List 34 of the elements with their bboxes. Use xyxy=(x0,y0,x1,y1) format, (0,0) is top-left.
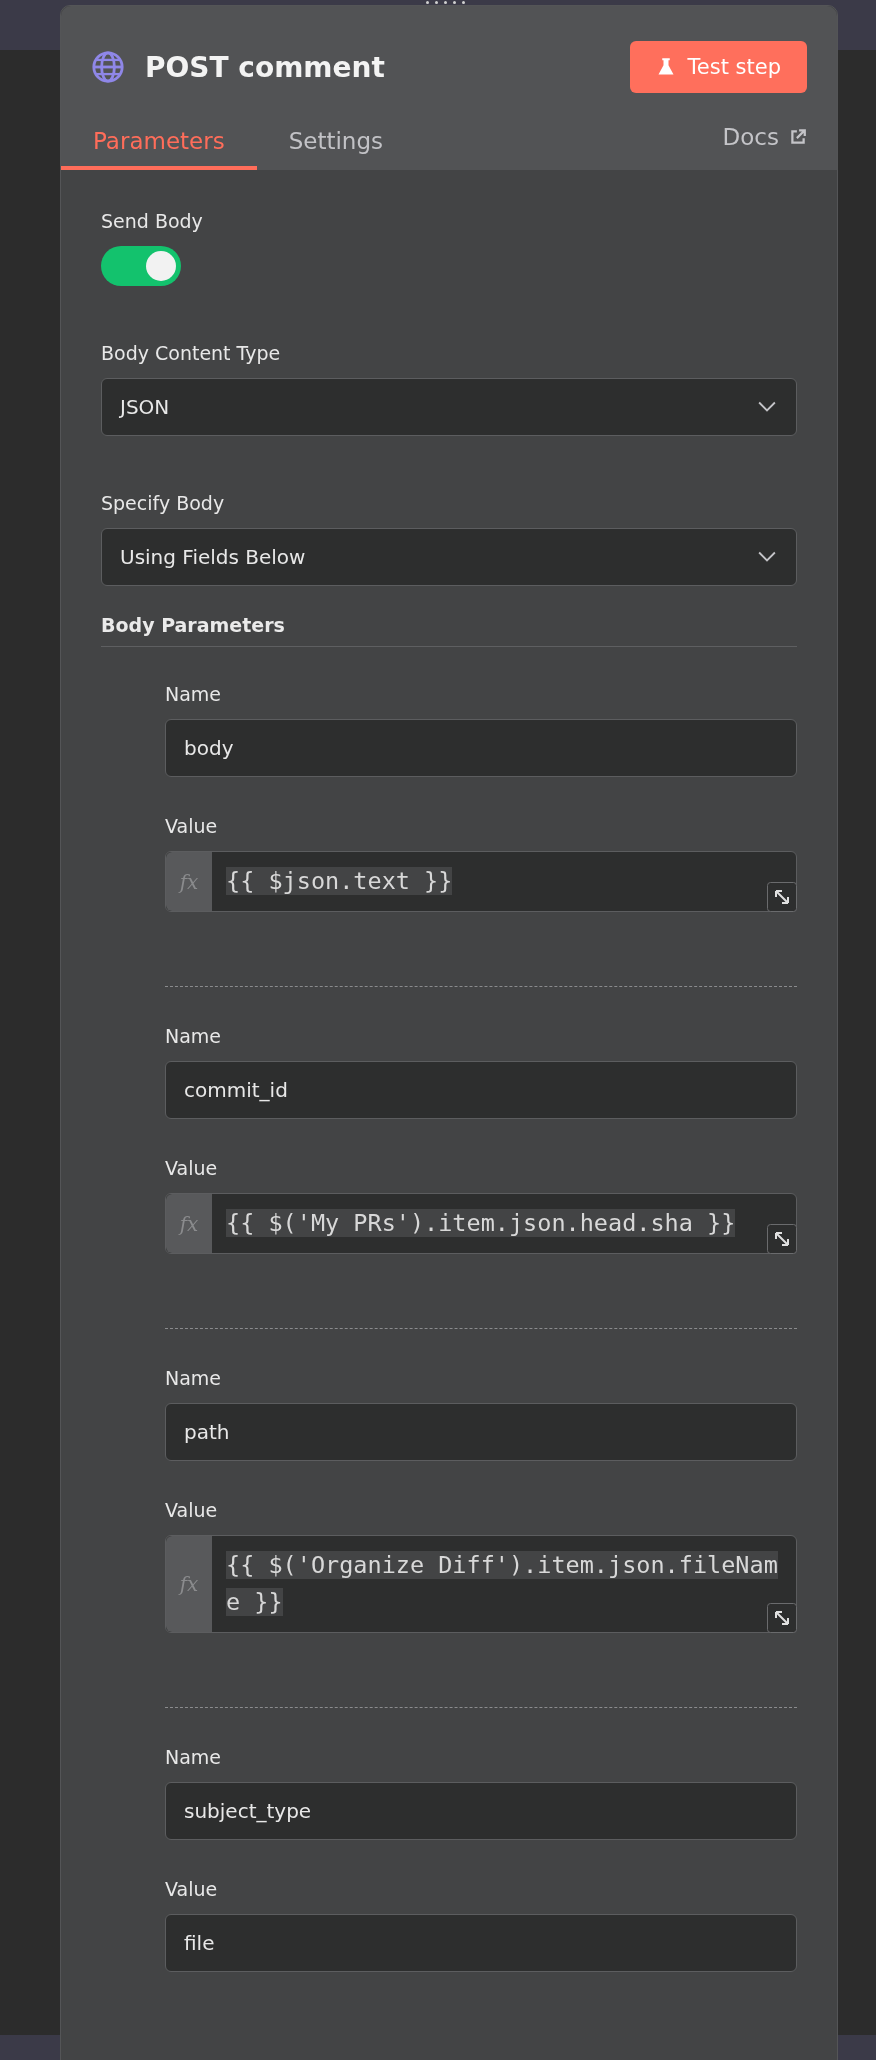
name-input[interactable]: path xyxy=(165,1403,797,1461)
flask-icon xyxy=(655,57,676,77)
field-label: Body Content Type xyxy=(101,341,282,366)
send-body-toggle[interactable] xyxy=(101,246,181,286)
field-label: Value xyxy=(165,1156,219,1181)
value-input[interactable]: file xyxy=(165,1914,797,1972)
expand-icon[interactable] xyxy=(767,1224,797,1254)
expression-text: {{ $('My PRs').item.json.head.sha }} xyxy=(226,1209,736,1237)
section-title: Body Parameters xyxy=(101,614,797,647)
select-field[interactable]: JSON xyxy=(101,378,797,436)
field-label: Name xyxy=(165,1024,223,1049)
tab[interactable]: Settings xyxy=(256,128,415,170)
expand-icon[interactable] xyxy=(767,882,797,912)
drag-handle-icon[interactable] xyxy=(426,0,465,5)
field-label: Value xyxy=(165,814,219,839)
name-input[interactable]: commit_id xyxy=(165,1061,797,1119)
expand-icon[interactable] xyxy=(767,1603,797,1633)
name-input[interactable]: subject_type xyxy=(165,1782,797,1840)
node-title: POST comment xyxy=(145,50,386,84)
field-label: Name xyxy=(165,1745,223,1770)
field-label: Name xyxy=(165,682,223,707)
name-input[interactable]: body xyxy=(165,719,797,777)
field-label: Specify Body xyxy=(101,491,226,516)
docs-link[interactable]: Docs xyxy=(722,124,807,170)
external-link-icon xyxy=(789,128,807,146)
field-label: Send Body xyxy=(101,209,204,234)
chevron-down-icon xyxy=(758,551,776,563)
field-label: Value xyxy=(165,1877,219,1902)
field-label: Name xyxy=(165,1366,223,1391)
select-field[interactable]: Using Fields Below xyxy=(101,528,797,586)
expression-text: {{ $json.text }} xyxy=(226,867,453,895)
field-label: Value xyxy=(165,1498,219,1523)
chevron-down-icon xyxy=(758,401,776,413)
globe-icon xyxy=(91,50,125,84)
